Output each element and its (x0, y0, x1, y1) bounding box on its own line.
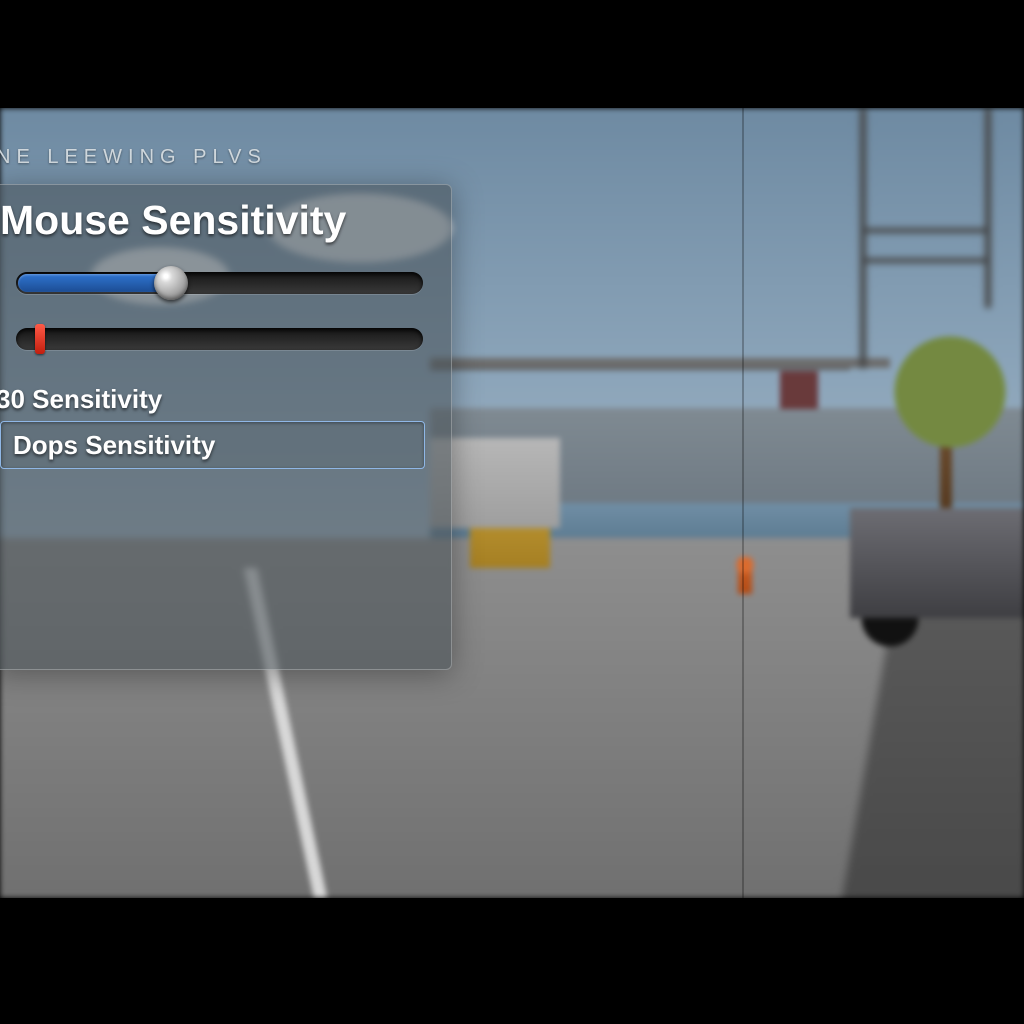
sensitivity-dropdown[interactable]: Dops Sensitivity (0, 421, 425, 469)
sensitivity-sub-label: 30 Sensitivity (0, 384, 433, 415)
slider-tick[interactable] (35, 324, 45, 354)
sensitivity-slider-secondary[interactable] (16, 328, 423, 350)
slider-fill (18, 274, 173, 292)
settings-panel: Mouse Sensitivity 30 Sensitivity Dops Se… (0, 184, 452, 670)
sensitivity-slider-primary[interactable] (16, 272, 423, 294)
slider-thumb[interactable] (154, 266, 188, 300)
split-seam (742, 108, 744, 898)
game-viewport: NE LEEWING PLVS Mouse Sensitivity 30 Sen… (0, 108, 1024, 898)
hud-watermark: NE LEEWING PLVS (0, 146, 267, 169)
panel-title: Mouse Sensitivity (0, 197, 433, 244)
dropdown-value: Dops Sensitivity (13, 430, 215, 461)
